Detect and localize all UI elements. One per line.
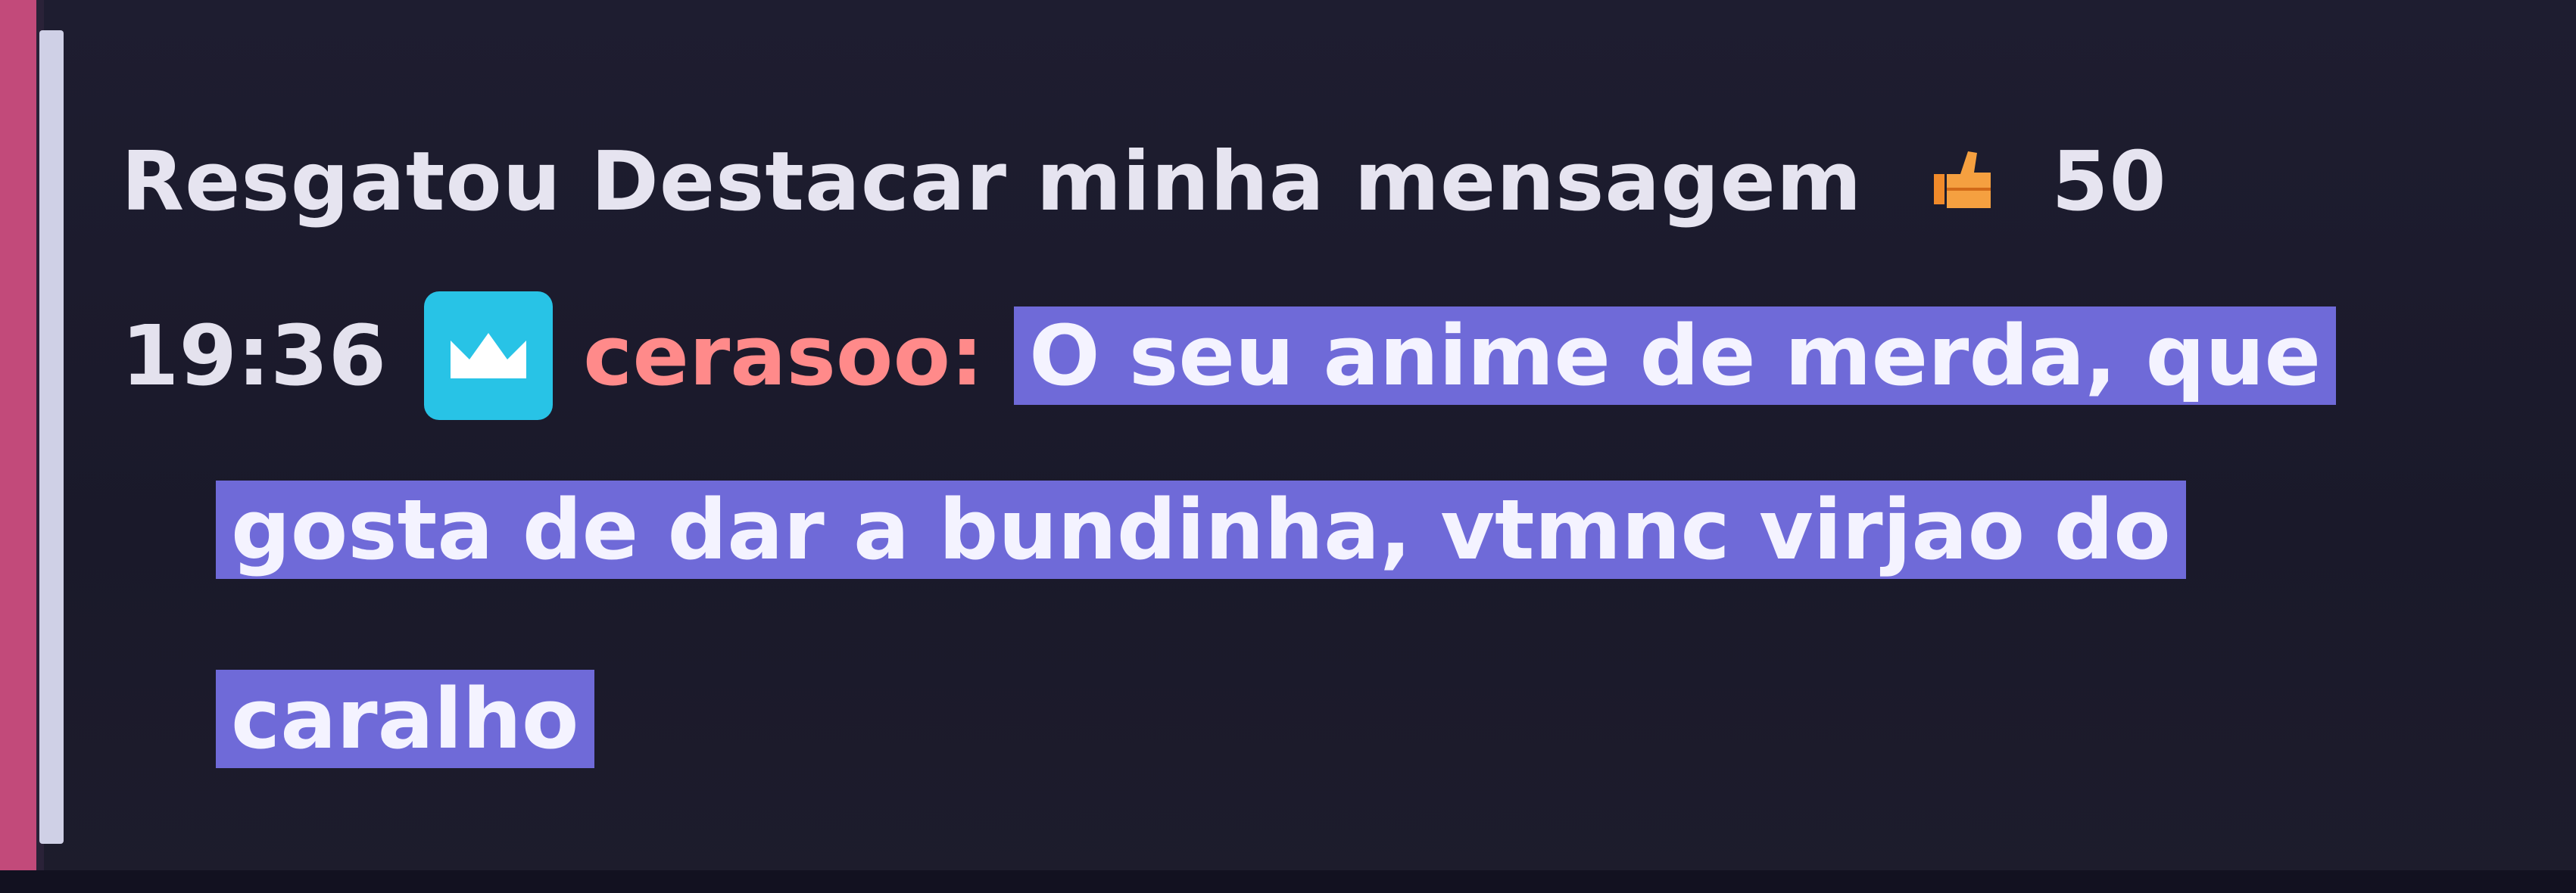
- chat-message-line: gosta de dar a bundinha, vtmnc virjao do: [216, 477, 2186, 583]
- reward-label: Resgatou Destacar minha mensagem: [121, 134, 1863, 229]
- crown-icon[interactable]: [424, 291, 554, 420]
- message-highlight-strip: [39, 30, 64, 844]
- reward-cost: 50: [2051, 134, 2167, 229]
- highlight-accent-bar: [0, 0, 36, 893]
- message-timestamp: 19:36: [121, 307, 387, 404]
- message-text: gosta de dar a bundinha, vtmnc virjao do: [216, 481, 2186, 579]
- chat-message-line: 19:36 cerasoo: O seu anime de merda, que: [121, 291, 2337, 420]
- message-text: caralho: [216, 670, 594, 768]
- panel-bottom-edge: [0, 870, 2576, 893]
- chat-panel: Resgatou Destacar minha mensagem 50 19:3…: [0, 0, 2576, 893]
- chat-message-line: caralho: [216, 666, 594, 772]
- message-text: O seu anime de merda, que: [1014, 306, 2337, 405]
- username[interactable]: cerasoo:: [583, 306, 984, 405]
- reward-redemption-row: Resgatou Destacar minha mensagem 50: [121, 132, 2167, 231]
- channel-points-icon: [1930, 144, 1998, 219]
